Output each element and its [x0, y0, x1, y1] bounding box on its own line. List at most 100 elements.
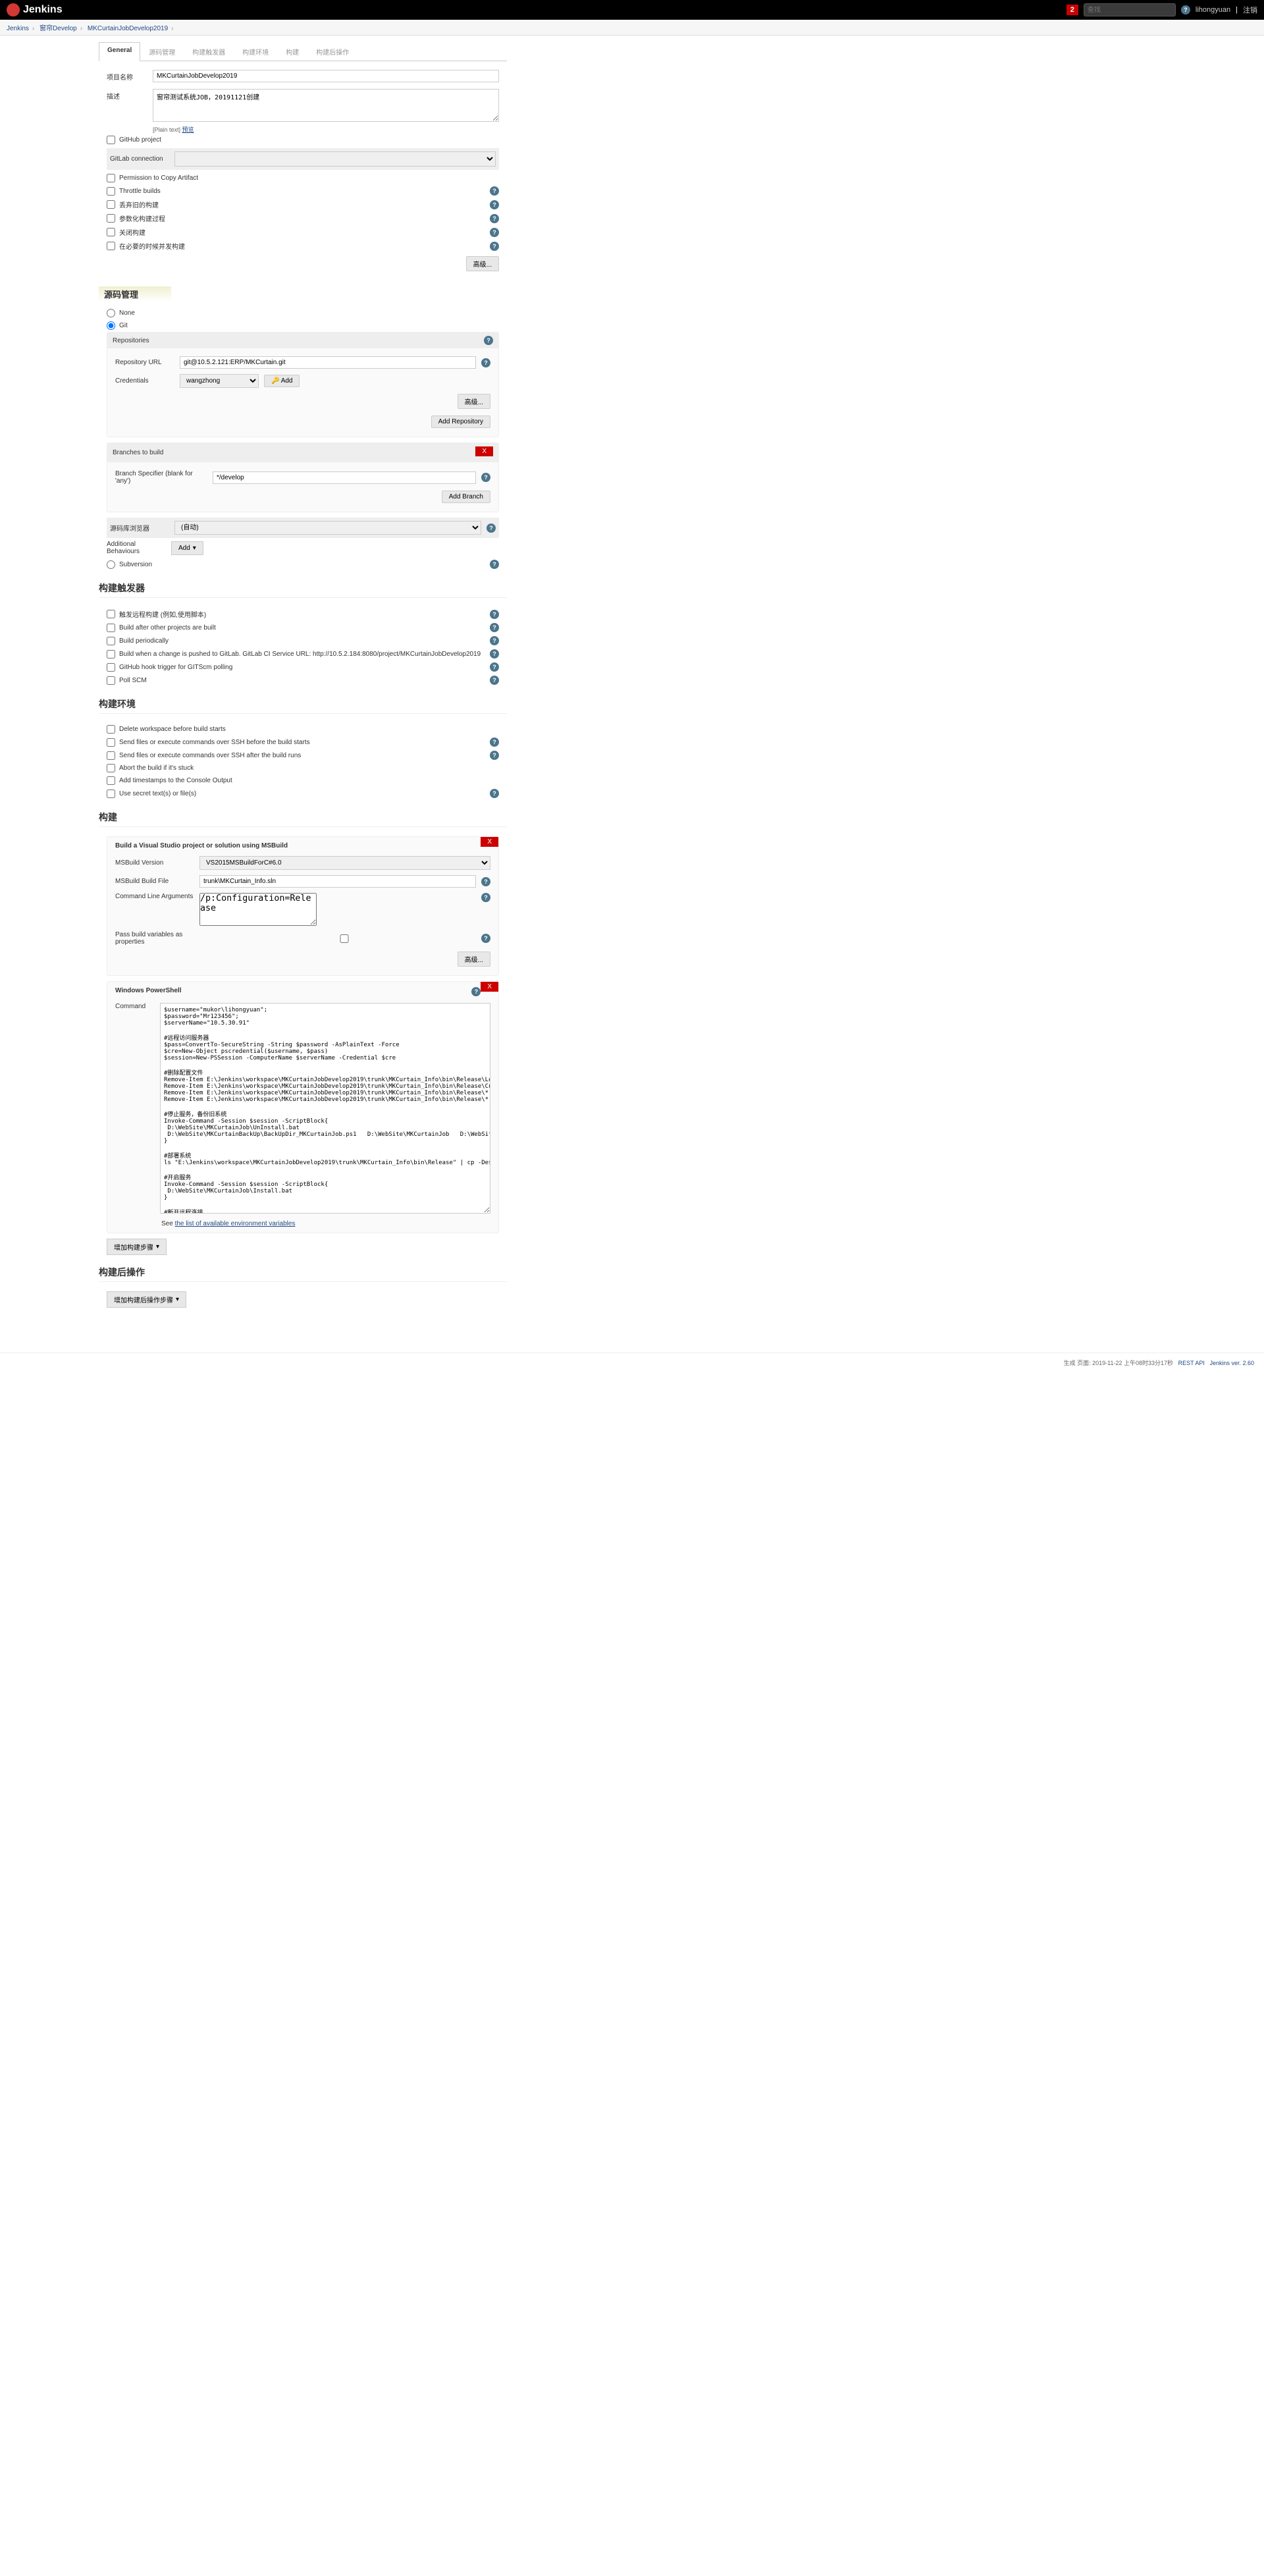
help-icon[interactable]: ? [1181, 5, 1190, 14]
check-discard[interactable] [107, 200, 115, 209]
post-title: 构建后操作 [99, 1260, 507, 1282]
help-icon[interactable]: ? [490, 214, 499, 223]
check-disable[interactable] [107, 228, 115, 236]
help-icon[interactable]: ? [490, 676, 499, 685]
help-icon[interactable]: ? [490, 560, 499, 569]
breadcrumb: Jenkins› 窗帘Develop› MKCurtainJobDevelop2… [0, 20, 1264, 36]
help-icon[interactable]: ? [487, 523, 496, 533]
help-icon[interactable]: ? [490, 228, 499, 237]
bc-root[interactable]: Jenkins [7, 25, 29, 32]
bc-job[interactable]: MKCurtainJobDevelop2019 [88, 25, 168, 32]
help-icon[interactable]: ? [490, 751, 499, 760]
scm-svn[interactable] [107, 560, 115, 569]
logout-link[interactable]: 注销 [1243, 5, 1257, 15]
help-icon[interactable]: ? [490, 200, 499, 209]
github-check[interactable] [107, 136, 115, 144]
help-icon[interactable]: ? [490, 242, 499, 251]
page-footer: 生成 页面: 2019-11-22 上午08时33分17秒 REST API J… [0, 1353, 1264, 1372]
credentials-select[interactable]: wangzhong [180, 374, 259, 388]
trigger-periodic[interactable] [107, 637, 115, 645]
env-vars-link[interactable]: the list of available environment variab… [175, 1220, 296, 1227]
trigger-remote[interactable] [107, 610, 115, 618]
format-hint: [Plain text] [153, 126, 180, 133]
notification-badge[interactable]: 2 [1066, 5, 1078, 15]
description-input[interactable] [153, 89, 499, 122]
help-icon[interactable]: ? [490, 662, 499, 672]
add-behaviour[interactable]: Add ▾ [171, 541, 203, 555]
msbuild-file[interactable] [199, 875, 476, 888]
version-link[interactable]: Jenkins ver. 2.60 [1209, 1360, 1254, 1366]
env-delete-ws[interactable] [107, 725, 115, 734]
help-icon[interactable]: ? [481, 877, 490, 886]
help-icon[interactable]: ? [490, 738, 499, 747]
trigger-github[interactable] [107, 663, 115, 672]
help-icon[interactable]: ? [490, 636, 499, 645]
project-name-input[interactable] [153, 70, 499, 82]
add-build-step[interactable]: 增加构建步骤 ▾ [107, 1239, 167, 1255]
help-icon[interactable]: ? [481, 473, 490, 482]
add-repo-button[interactable]: Add Repository [431, 416, 490, 428]
gitlab-conn-select[interactable] [174, 151, 496, 167]
help-icon[interactable]: ? [481, 934, 490, 943]
jenkins-icon [7, 3, 20, 16]
pass-vars-check[interactable] [213, 934, 476, 943]
check-concurrent[interactable] [107, 242, 115, 250]
env-timestamps[interactable] [107, 776, 115, 785]
config-tabs: General 源码管理 构建触发器 构建环境 构建 构建后操作 [99, 42, 507, 61]
jenkins-logo[interactable]: Jenkins [7, 3, 63, 16]
bc-folder[interactable]: 窗帘Develop [40, 25, 77, 32]
env-ssh-before[interactable] [107, 738, 115, 747]
delete-branch[interactable]: X [475, 446, 493, 456]
trigger-poll[interactable] [107, 676, 115, 685]
help-icon[interactable]: ? [481, 358, 490, 367]
scm-none[interactable] [107, 309, 115, 317]
repo-advanced[interactable]: 高级... [458, 394, 490, 409]
trigger-gitlab[interactable] [107, 650, 115, 658]
triggers-title: 构建触发器 [99, 576, 507, 598]
delete-ps[interactable]: X [481, 982, 498, 992]
help-icon[interactable]: ? [490, 610, 499, 619]
env-ssh-after[interactable] [107, 751, 115, 760]
tab-triggers[interactable]: 构建触发器 [184, 42, 234, 61]
app-name: Jenkins [23, 4, 63, 16]
desc-label: 描述 [107, 89, 146, 101]
help-icon[interactable]: ? [490, 649, 499, 658]
advanced-button[interactable]: 高级... [466, 256, 499, 271]
help-icon[interactable]: ? [481, 893, 490, 902]
help-icon[interactable]: ? [484, 336, 493, 345]
tab-scm[interactable]: 源码管理 [140, 42, 184, 61]
delete-msbuild[interactable]: X [481, 837, 498, 847]
env-abort[interactable] [107, 764, 115, 772]
check-throttle[interactable] [107, 187, 115, 196]
build-title: 构建 [99, 805, 507, 827]
user-link[interactable]: lihongyuan [1196, 6, 1230, 14]
trigger-after[interactable] [107, 624, 115, 632]
msbuild-advanced[interactable]: 高级... [458, 952, 490, 967]
help-icon[interactable]: ? [471, 987, 481, 996]
branch-spec-input[interactable] [213, 471, 476, 484]
tab-env[interactable]: 构建环境 [234, 42, 277, 61]
env-title: 构建环境 [99, 692, 507, 714]
env-secret[interactable] [107, 790, 115, 798]
tab-general[interactable]: General [99, 42, 140, 61]
preview-link[interactable]: 预览 [182, 126, 194, 133]
help-icon[interactable]: ? [490, 186, 499, 196]
rest-api-link[interactable]: REST API [1178, 1360, 1205, 1366]
msbuild-args[interactable] [199, 893, 317, 926]
help-icon[interactable]: ? [490, 789, 499, 798]
add-branch-button[interactable]: Add Branch [442, 491, 490, 503]
tab-build[interactable]: 构建 [277, 42, 307, 61]
msbuild-version[interactable]: VS2015MSBuildForC#6.0 [199, 856, 490, 870]
help-icon[interactable]: ? [490, 623, 499, 632]
scm-git[interactable] [107, 321, 115, 330]
check-param[interactable] [107, 214, 115, 223]
add-post-step[interactable]: 增加构建后操作步骤 ▾ [107, 1291, 186, 1308]
repo-url-input[interactable] [180, 356, 476, 369]
name-label: 项目名称 [107, 70, 146, 82]
tab-post[interactable]: 构建后操作 [307, 42, 357, 61]
add-cred-button[interactable]: 🔑 Add [264, 375, 300, 387]
search-input[interactable] [1084, 3, 1176, 16]
browser-select[interactable]: (自动) [174, 521, 481, 535]
check-perm[interactable] [107, 174, 115, 182]
ps-command[interactable] [160, 1003, 490, 1214]
